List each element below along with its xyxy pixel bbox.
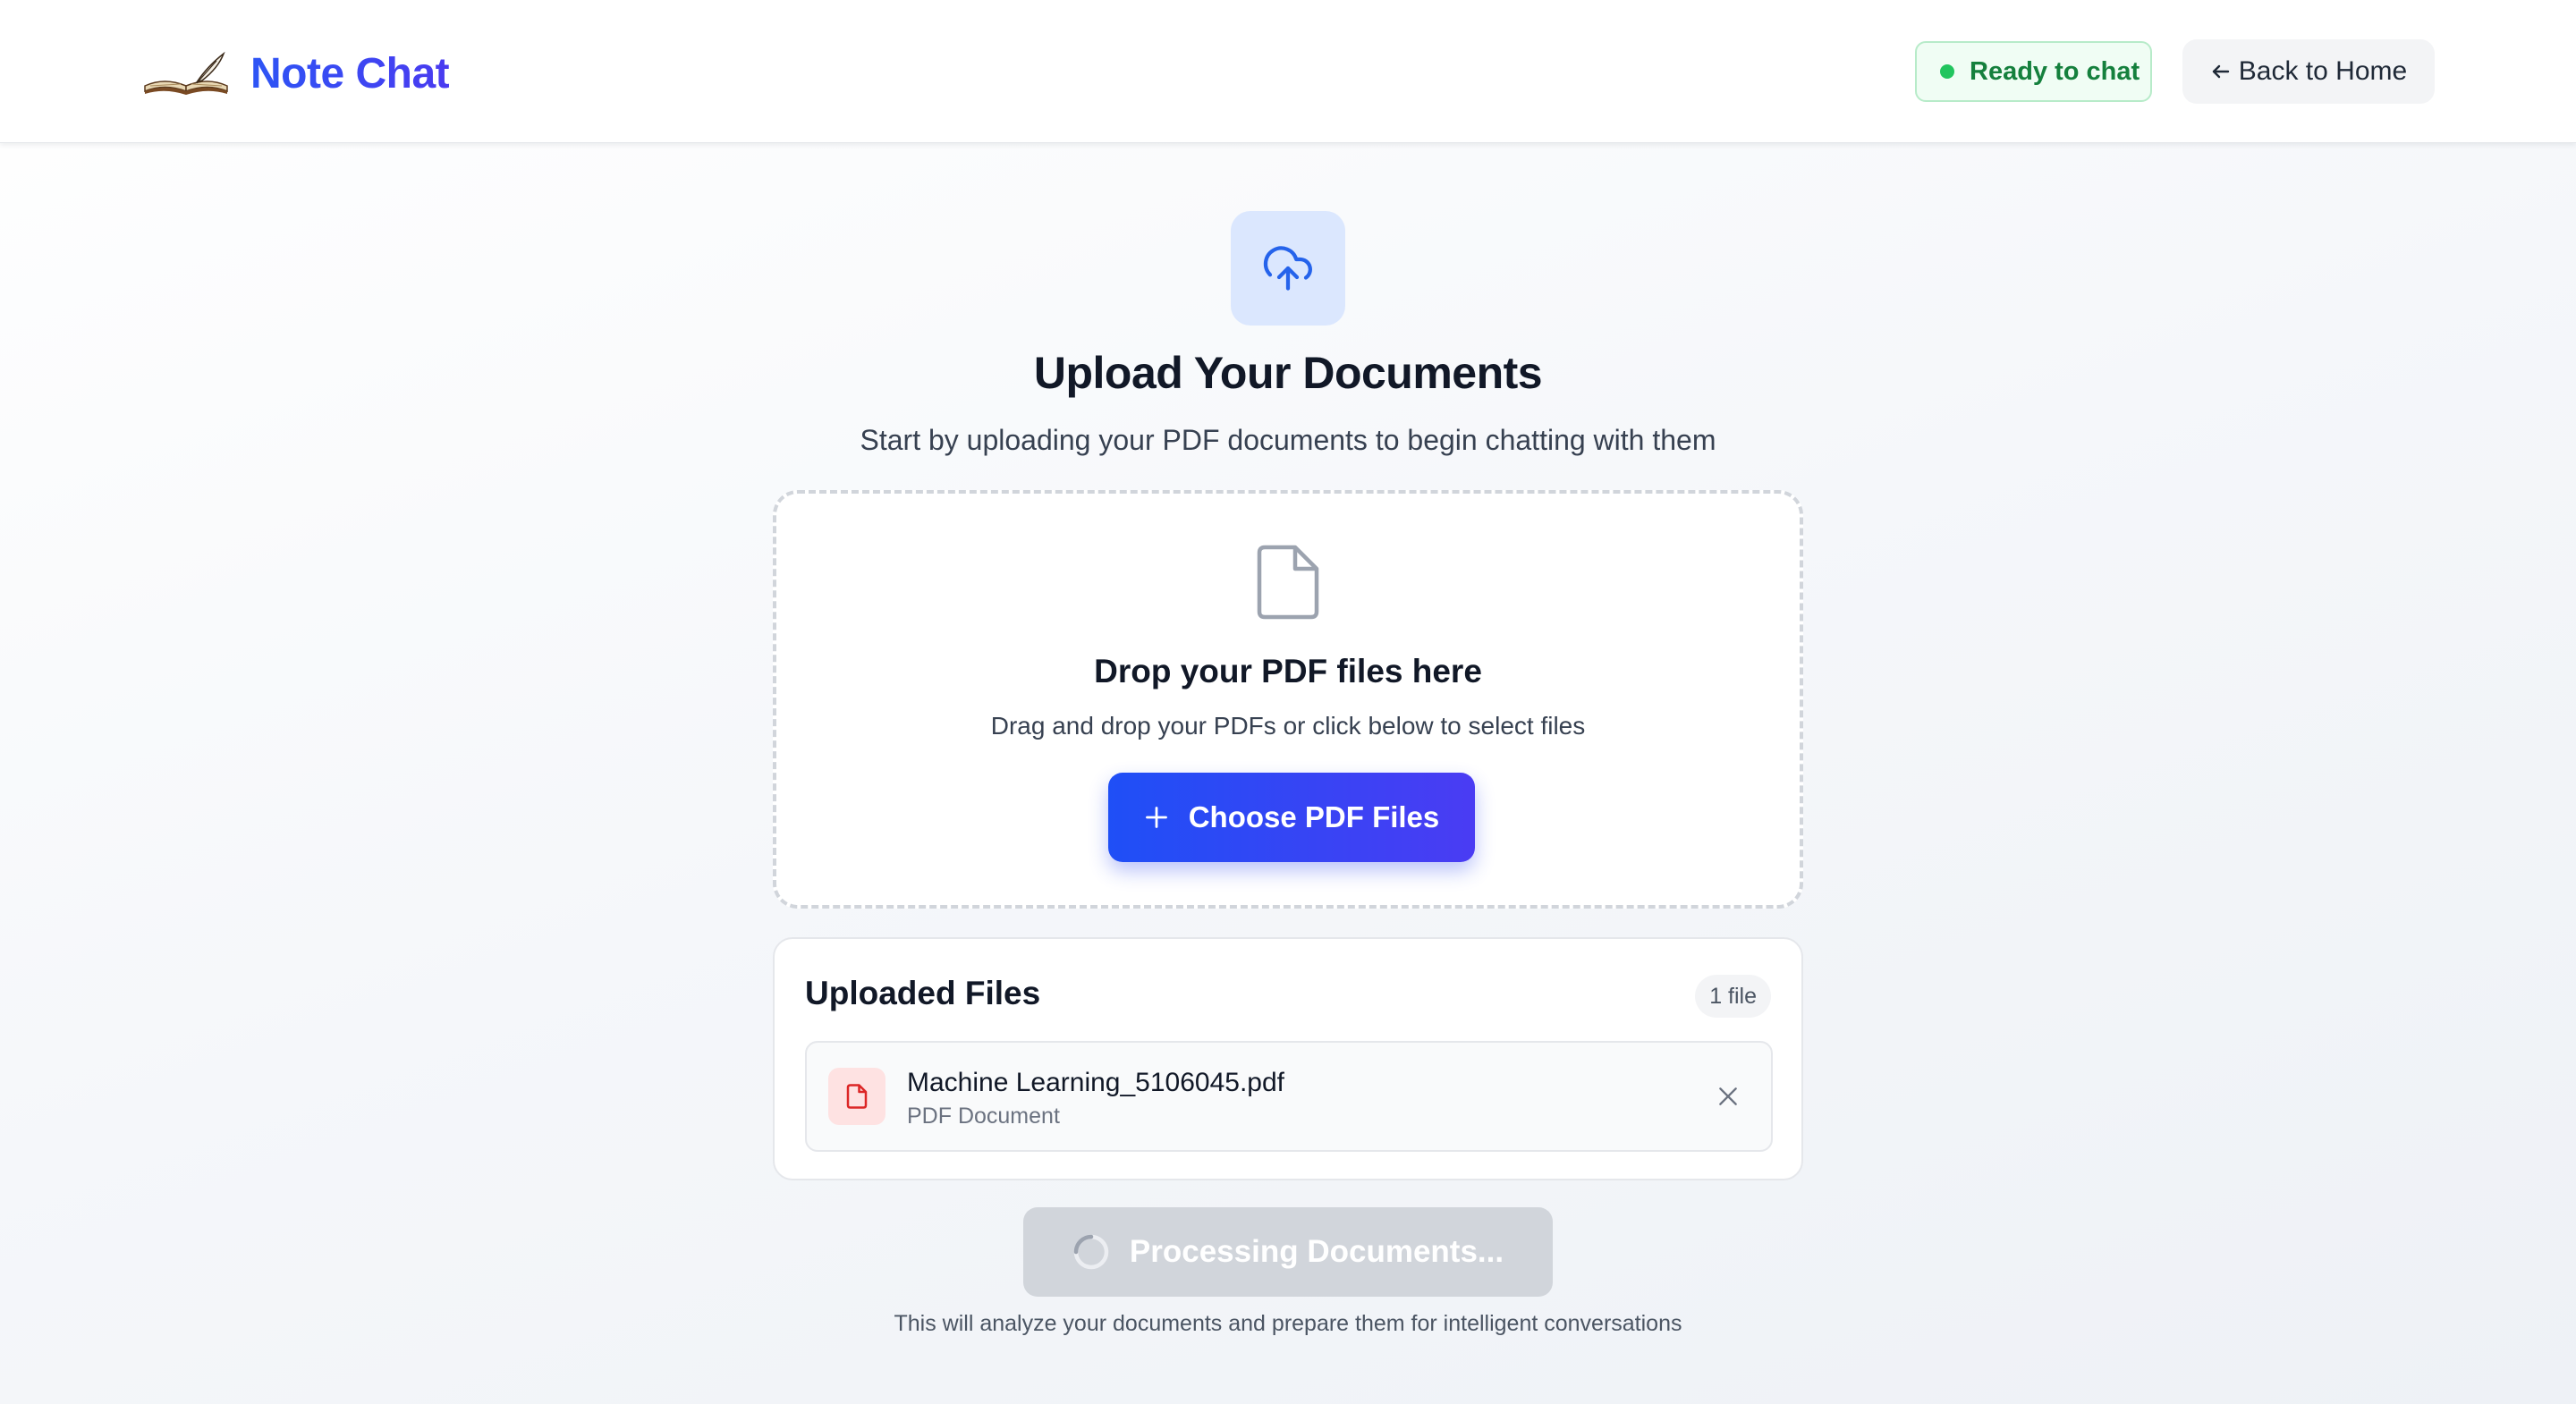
choose-pdf-files-button[interactable]: Choose PDF Files <box>1108 773 1475 862</box>
uploaded-files-card: Uploaded Files 1 file Machine Learning_5… <box>773 937 1803 1180</box>
open-book-logo-icon <box>144 51 228 95</box>
process-documents-button[interactable]: Processing Documents... <box>1023 1207 1553 1297</box>
uploaded-files-title: Uploaded Files <box>805 975 1041 1011</box>
loading-spinner-icon <box>1073 1234 1109 1270</box>
process-documents-label: Processing Documents... <box>1129 1234 1504 1269</box>
status-dot-icon <box>1940 64 1954 79</box>
file-list-item: Machine Learning_5106045.pdf PDF Documen… <box>805 1041 1773 1152</box>
app-title: Note Chat <box>250 49 450 97</box>
document-icon <box>1257 545 1319 620</box>
page-subtitle: Start by uploading your PDF documents to… <box>860 424 1716 456</box>
upload-hero-icon-box <box>1231 211 1345 326</box>
back-to-home-button[interactable]: Back to Home <box>2182 39 2435 104</box>
remove-file-button[interactable] <box>1712 1080 1744 1112</box>
pdf-file-icon-box <box>828 1068 886 1125</box>
process-note: This will analyze your documents and pre… <box>894 1311 1682 1336</box>
back-to-home-label: Back to Home <box>2238 56 2408 86</box>
arrow-left-icon <box>2212 64 2229 79</box>
dropzone-title: Drop your PDF files here <box>1094 653 1482 689</box>
plus-icon <box>1145 807 1167 828</box>
file-type: PDF Document <box>907 1104 1060 1129</box>
page-title: Upload Your Documents <box>1033 348 1543 398</box>
choose-pdf-files-label: Choose PDF Files <box>1188 800 1440 833</box>
file-count-badge: 1 file <box>1695 975 1771 1018</box>
status-text: Ready to chat <box>1970 56 2140 86</box>
app-header: Note Chat Ready to chat Back to Home <box>0 0 2576 143</box>
brand[interactable]: Note Chat <box>141 45 450 102</box>
status-badge: Ready to chat <box>1915 41 2152 102</box>
file-name: Machine Learning_5106045.pdf <box>907 1068 1285 1097</box>
pdf-dropzone[interactable]: Drop your PDF files here Drag and drop y… <box>773 490 1803 909</box>
cloud-upload-icon <box>1263 246 1312 291</box>
pdf-file-icon <box>846 1084 868 1109</box>
dropzone-hint: Drag and drop your PDFs or click below t… <box>990 712 1586 740</box>
close-icon <box>1719 1087 1737 1105</box>
